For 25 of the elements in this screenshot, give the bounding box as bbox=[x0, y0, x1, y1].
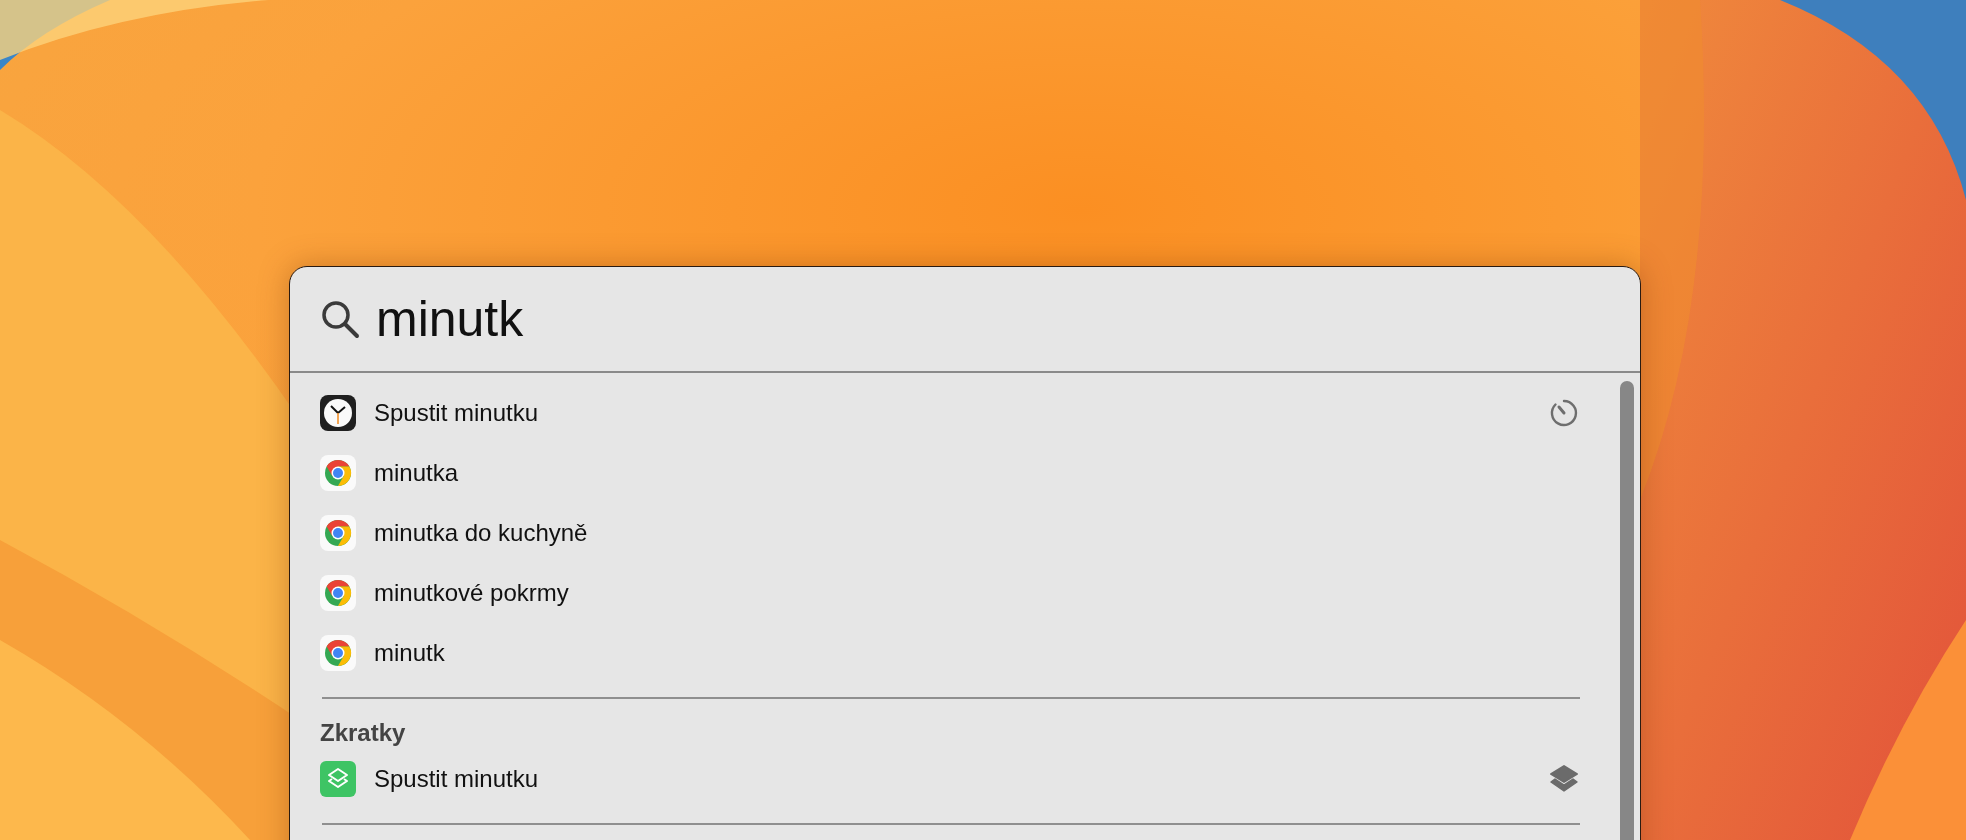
result-title: Spustit minutku bbox=[374, 765, 540, 793]
result-item[interactable]: Spustit minutku bbox=[320, 749, 1610, 809]
stopwatch-icon bbox=[1548, 397, 1580, 429]
result-item[interactable]: minutka bbox=[320, 443, 1610, 503]
shortcuts-icon bbox=[320, 761, 356, 797]
result-title: minutkové pokrmy bbox=[374, 579, 570, 607]
result-item[interactable]: minutka do kuchyně bbox=[320, 503, 1610, 563]
result-item[interactable]: minutk bbox=[320, 623, 1610, 683]
result-title: minutk bbox=[374, 639, 446, 667]
browser-icon bbox=[320, 515, 356, 551]
result-item[interactable]: minutkové pokrmy bbox=[320, 563, 1610, 623]
search-field[interactable]: minutk bbox=[290, 267, 1640, 373]
browser-icon bbox=[320, 455, 356, 491]
browser-icon bbox=[320, 575, 356, 611]
section-header: Zkratky bbox=[320, 718, 407, 748]
search-query: minutk bbox=[376, 290, 524, 348]
result-item[interactable]: Spustit minutku bbox=[320, 383, 1610, 443]
search-icon bbox=[320, 299, 360, 339]
clock-icon bbox=[320, 395, 356, 431]
scrollbar[interactable] bbox=[1620, 381, 1634, 840]
layers-icon bbox=[1548, 763, 1580, 795]
browser-icon bbox=[320, 635, 356, 671]
result-title: Spustit minutku bbox=[374, 399, 540, 427]
result-title: minutka do kuchyně bbox=[374, 519, 589, 547]
result-title: minutka bbox=[374, 459, 460, 487]
